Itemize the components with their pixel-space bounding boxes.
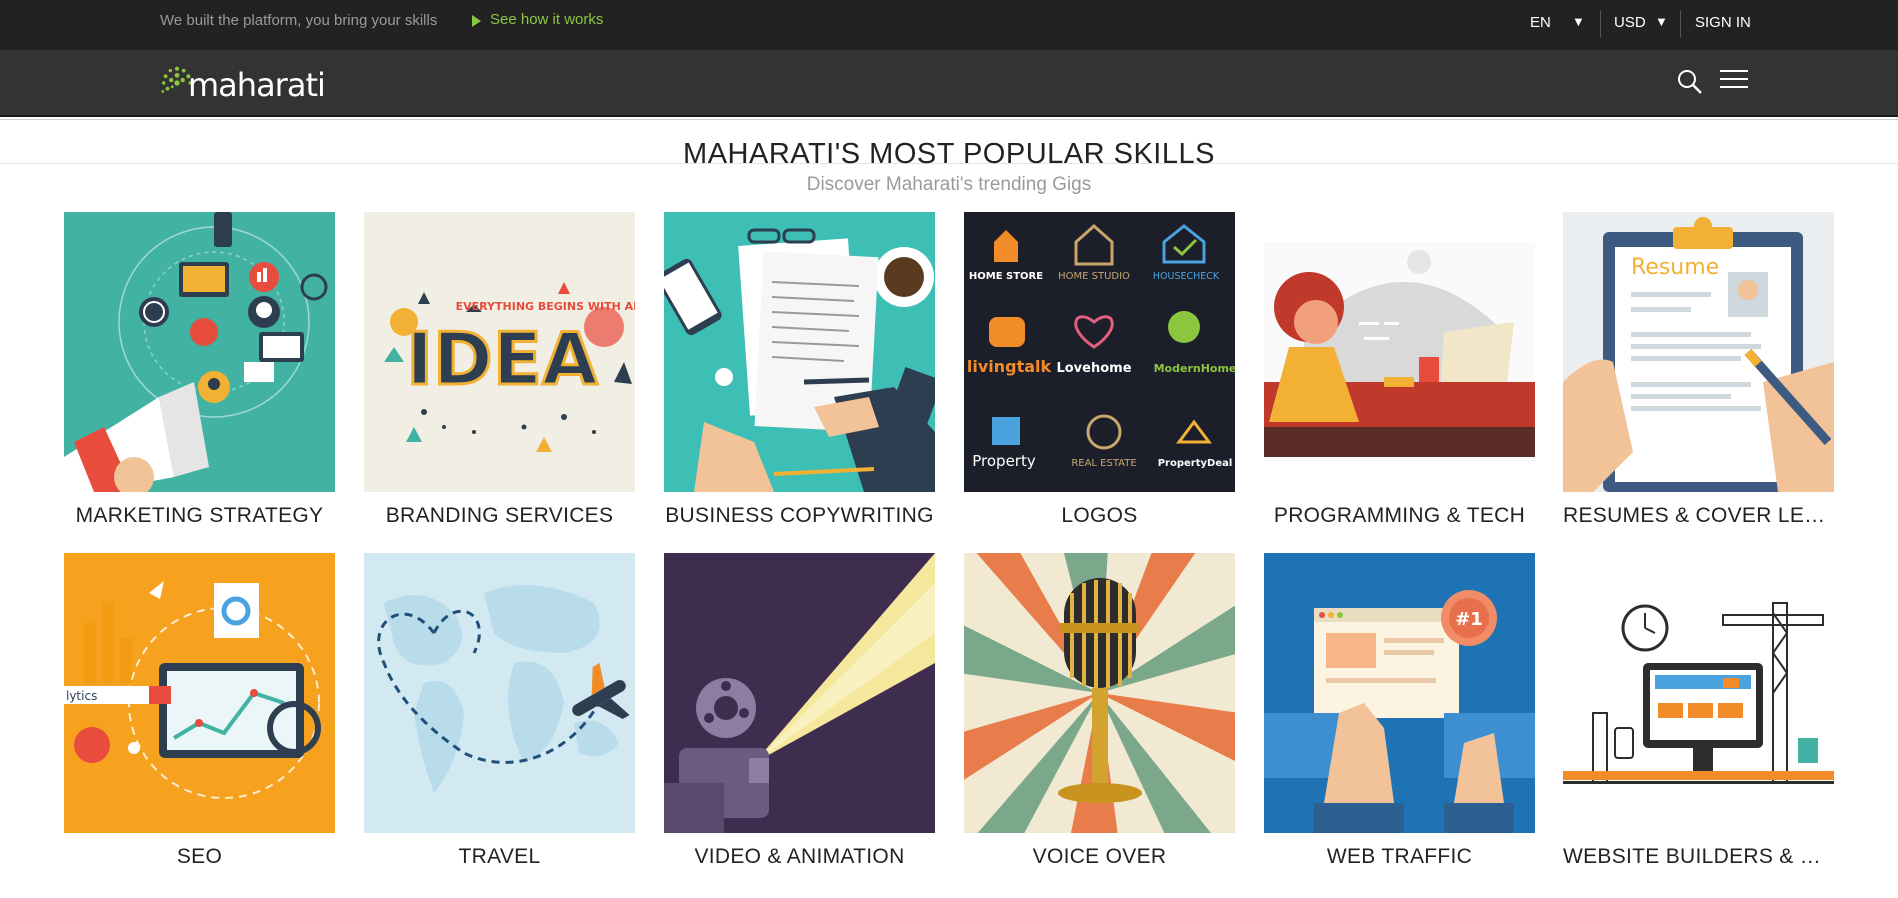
marketing-strategy-image	[64, 212, 335, 492]
language-select[interactable]: EN	[1530, 14, 1551, 31]
logo-sample-text: HOUSECHECK	[1153, 271, 1220, 282]
idea-word-text: IDEA	[406, 317, 598, 401]
seo-search-text: lytics	[66, 689, 97, 703]
category-card-seo[interactable]: lytics SEO	[64, 553, 335, 869]
video-animation-image	[664, 553, 935, 833]
category-card-voice-over[interactable]: VOICE OVER	[964, 553, 1235, 869]
see-how-it-works-link[interactable]: See how it works	[490, 11, 603, 28]
category-card-marketing-strategy[interactable]: MARKETING STRATEGY	[64, 212, 335, 528]
category-label: LOGOS	[1061, 504, 1138, 527]
brand-name: maharati	[188, 66, 326, 104]
category-card-logos[interactable]: HOME STORE HOME STUDIO HOUSECHECK living…	[964, 212, 1235, 528]
category-card-website-builders-cms[interactable]: WEBSITE BUILDERS & CMS	[1563, 553, 1834, 869]
category-label: VIDEO & ANIMATION	[694, 845, 905, 868]
tagline: We built the platform, you bring your sk…	[160, 12, 438, 29]
currency-select[interactable]: USD	[1614, 14, 1646, 31]
divider	[0, 119, 1898, 120]
category-label: RESUMES & COVER LETTE...	[1563, 504, 1834, 527]
category-card-web-traffic[interactable]: #1 WEB TRAFFIC	[1264, 553, 1535, 869]
programming-tech-image	[1264, 212, 1535, 492]
logo-sample-text: Property	[972, 452, 1036, 470]
voice-over-image	[964, 553, 1235, 833]
seo-image: lytics	[64, 553, 335, 833]
category-label: WEBSITE BUILDERS & CMS	[1563, 845, 1834, 868]
travel-image	[364, 553, 635, 833]
main-nav: maharati	[0, 50, 1898, 117]
logo-sample-text: REAL ESTATE	[1071, 458, 1136, 469]
category-card-branding-services[interactable]: EVERYTHING BEGINS WITH AN IDEA BRANDING …	[364, 212, 635, 528]
sign-in-link[interactable]: SIGN IN	[1695, 14, 1751, 31]
web-traffic-image: #1	[1264, 553, 1535, 833]
logo-sample-text: HOME STUDIO	[1058, 271, 1130, 282]
category-card-programming-tech[interactable]: PROGRAMMING & TECH	[1264, 212, 1535, 528]
website-builders-cms-image	[1563, 553, 1834, 833]
divider	[1600, 10, 1601, 38]
logos-image: HOME STORE HOME STUDIO HOUSECHECK living…	[964, 212, 1235, 492]
play-icon	[472, 15, 481, 27]
category-label: SEO	[176, 845, 223, 868]
logo-sample-text: livingtalk	[967, 357, 1052, 376]
logo-sample-text: PropertyDeal	[1158, 458, 1233, 469]
category-label: VOICE OVER	[1032, 845, 1167, 868]
category-label: TRAVEL	[458, 845, 541, 868]
category-card-video-animation[interactable]: VIDEO & ANIMATION	[664, 553, 935, 869]
hamburger-menu-icon[interactable]	[1720, 70, 1748, 94]
top-bar: We built the platform, you bring your sk…	[0, 0, 1898, 50]
category-label: MARKETING STRATEGY	[75, 504, 324, 527]
category-label: PROGRAMMING & TECH	[1273, 504, 1526, 527]
chevron-down-icon[interactable]: ▼	[1572, 14, 1585, 29]
business-copywriting-image	[664, 212, 935, 492]
category-label: BUSINESS COPYWRITING	[665, 504, 934, 527]
category-label: WEB TRAFFIC	[1326, 845, 1473, 868]
category-card-resumes-cover-letters[interactable]: Resume RESUMES & COVER LETTE...	[1563, 212, 1834, 528]
category-label: BRANDING SERVICES	[385, 504, 614, 527]
brand-logo[interactable]: maharati	[158, 58, 328, 108]
rank-badge-text: #1	[1455, 609, 1483, 630]
idea-banner-text: EVERYTHING BEGINS WITH AN	[456, 300, 635, 313]
search-icon[interactable]	[1676, 68, 1704, 96]
branding-services-image: EVERYTHING BEGINS WITH AN IDEA	[364, 212, 635, 492]
logo-sample-text: HOME STORE	[969, 271, 1043, 282]
logo-sample-text: Lovehome	[1056, 361, 1131, 376]
logo-sample-text: ModernHome	[1154, 362, 1235, 375]
section-subtitle: Discover Maharati's trending Gigs	[806, 174, 1092, 195]
resumes-cover-letters-image: Resume	[1563, 212, 1834, 492]
chevron-down-icon[interactable]: ▼	[1655, 14, 1668, 29]
category-card-business-copywriting[interactable]: BUSINESS COPYWRITING	[664, 212, 935, 528]
divider	[1680, 10, 1681, 38]
category-card-travel[interactable]: TRAVEL	[364, 553, 635, 869]
section-title: MAHARATI'S MOST POPULAR SKILLS	[683, 138, 1215, 170]
resume-heading-text: Resume	[1631, 255, 1719, 280]
